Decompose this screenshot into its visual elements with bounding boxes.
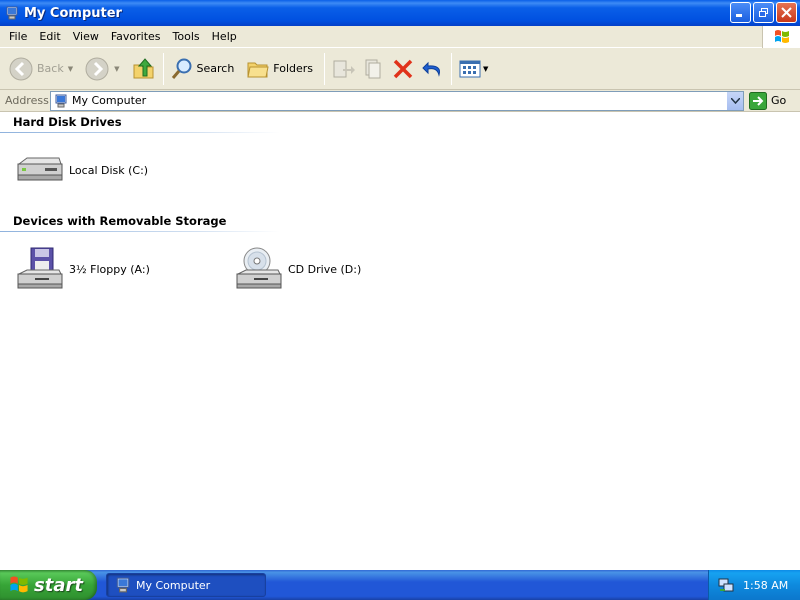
group-header-removable-storage: Devices with Removable Storage <box>0 214 280 232</box>
toolbar-separator <box>451 52 453 85</box>
toolbar-separator <box>324 52 326 85</box>
address-bar: Address My Computer Go <box>0 90 800 112</box>
menu-file[interactable]: File <box>3 26 33 48</box>
copy-to-icon <box>365 59 381 78</box>
up-folder-button[interactable] <box>128 51 160 87</box>
views-dropdown-icon[interactable]: ▼ <box>483 65 488 73</box>
toolbar: Back ▼ ▼ Search Folders ▼ <box>0 48 800 90</box>
drive-label: CD Drive (D:) <box>288 262 362 276</box>
drive-item-local-disk-c[interactable]: Local Disk (C:) <box>15 154 148 186</box>
address-dropdown-button[interactable] <box>726 91 743 110</box>
drive-item-cd-drive-d[interactable]: CD Drive (D:) <box>234 246 361 292</box>
forward-button[interactable]: ▼ <box>81 51 127 87</box>
group-divider <box>0 132 280 133</box>
group-header-hard-disks: Hard Disk Drives <box>0 115 280 133</box>
address-input[interactable]: My Computer <box>50 90 744 111</box>
menu-view[interactable]: View <box>67 26 105 48</box>
back-label: Back <box>37 62 64 75</box>
delete-icon <box>393 59 413 78</box>
taskbar-button-my-computer[interactable]: My Computer <box>106 573 266 597</box>
file-view[interactable]: Hard Disk Drives Local Disk (C:) Devices… <box>0 112 800 570</box>
minimize-icon <box>736 14 742 17</box>
menu-help[interactable]: Help <box>206 26 243 48</box>
start-label: start <box>34 574 83 596</box>
start-button[interactable]: start <box>0 570 97 600</box>
up-folder-icon <box>133 57 153 78</box>
search-button[interactable]: Search <box>167 51 238 87</box>
search-icon <box>171 58 191 79</box>
drive-label: Local Disk (C:) <box>69 163 149 177</box>
my-computer-icon <box>116 577 130 593</box>
chevron-down-icon <box>730 97 740 104</box>
menu-bar: File Edit View Favorites Tools Help <box>0 26 800 48</box>
group-title: Hard Disk Drives <box>13 115 122 129</box>
system-tray: 1:58 AM <box>708 570 800 600</box>
close-button[interactable] <box>776 2 797 23</box>
group-divider <box>0 231 280 232</box>
views-icon <box>459 60 481 77</box>
address-value: My Computer <box>72 94 147 107</box>
title-bar[interactable]: My Computer <box>0 0 800 26</box>
clock[interactable]: 1:58 AM <box>743 579 788 592</box>
windows-logo-icon <box>762 26 800 48</box>
taskbar-button-label: My Computer <box>136 578 211 592</box>
floppy-drive-icon <box>17 247 63 289</box>
restore-icon <box>759 8 768 17</box>
copy-to-button[interactable] <box>358 51 388 87</box>
close-icon <box>781 7 792 18</box>
move-to-icon <box>333 60 356 77</box>
drive-item-floppy-a[interactable]: 3½ Floppy (A:) <box>15 246 150 292</box>
drive-label: 3½ Floppy (A:) <box>69 262 150 276</box>
go-label: Go <box>771 94 787 107</box>
group-title: Devices with Removable Storage <box>13 214 227 228</box>
address-label: Address <box>5 94 49 107</box>
restore-button[interactable] <box>753 2 774 23</box>
views-button[interactable]: ▼ <box>455 51 496 87</box>
toolbar-separator <box>162 52 164 85</box>
go-arrow-icon <box>749 91 767 110</box>
menu-tools[interactable]: Tools <box>167 26 206 48</box>
folders-button[interactable]: Folders <box>243 51 316 87</box>
forward-dropdown-icon[interactable]: ▼ <box>114 65 119 73</box>
undo-icon <box>422 61 441 77</box>
back-arrow-icon <box>9 57 33 80</box>
my-computer-icon <box>6 6 18 20</box>
minimize-button[interactable] <box>730 2 751 23</box>
folders-label: Folders <box>273 62 314 75</box>
search-label: Search <box>196 62 235 75</box>
taskbar: start My Computer 1:58 AM <box>0 570 800 600</box>
back-button[interactable]: Back ▼ <box>5 51 81 87</box>
my-computer-icon <box>55 94 67 107</box>
network-icon[interactable] <box>717 576 735 594</box>
delete-button[interactable] <box>388 51 418 87</box>
move-to-button[interactable] <box>328 51 358 87</box>
hard-disk-icon <box>17 157 63 181</box>
go-button[interactable]: Go <box>749 91 787 110</box>
cd-drive-icon <box>236 247 282 289</box>
back-dropdown-icon[interactable]: ▼ <box>68 65 73 73</box>
menu-edit[interactable]: Edit <box>33 26 66 48</box>
forward-arrow-icon <box>85 57 109 80</box>
undo-button[interactable] <box>418 51 448 87</box>
menu-favorites[interactable]: Favorites <box>105 26 167 48</box>
window-title: My Computer <box>24 5 122 21</box>
windows-logo-icon <box>10 576 28 593</box>
folders-icon <box>247 62 269 77</box>
